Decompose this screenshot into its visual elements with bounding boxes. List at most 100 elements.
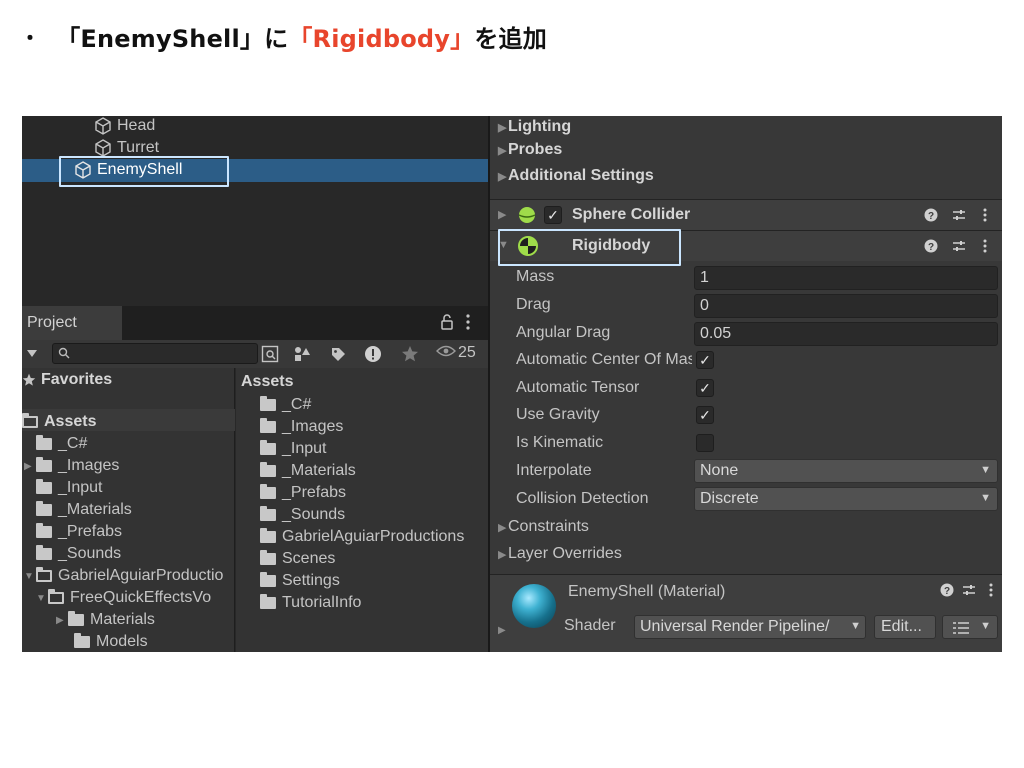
asset-folder[interactable]: _Prefabs	[260, 482, 346, 504]
asset-label: _Sounds	[282, 506, 346, 523]
tree-item[interactable]: Models	[74, 631, 148, 652]
asset-label: _C#	[282, 396, 312, 413]
folder-icon	[260, 418, 276, 433]
material-title: EnemyShell (Material)	[568, 583, 726, 600]
tree-item[interactable]: ▼ FreeQuickEffectsVo	[36, 587, 211, 609]
tree-item[interactable]: _Prefabs	[36, 521, 122, 543]
expand-arrow-icon[interactable]: ▶	[24, 461, 36, 472]
tree-item[interactable]: _C#	[36, 433, 87, 455]
tree-label: Favorites	[41, 371, 113, 388]
collision-detection-dropdown[interactable]: Discrete ▼	[694, 487, 998, 511]
list-icon	[953, 621, 969, 639]
section-label: Additional Settings	[508, 167, 654, 184]
interpolate-dropdown[interactable]: None ▼	[694, 459, 998, 483]
expand-arrow-icon[interactable]: ▶	[56, 615, 68, 626]
svg-text:?: ?	[928, 211, 934, 222]
asset-folder[interactable]: TutorialInfo	[260, 592, 361, 614]
tree-label: Assets	[44, 413, 97, 430]
hierarchy-item-head[interactable]: Head	[94, 116, 155, 137]
tree-label: FreeQuickEffectsVo	[70, 589, 212, 606]
folder-icon	[68, 611, 84, 626]
tree-item[interactable]: _Input	[36, 477, 102, 499]
tree-label: _Images	[58, 457, 120, 474]
chevron-down-icon: ▼	[980, 492, 991, 504]
star-favorite-icon[interactable]	[400, 344, 420, 364]
tree-assets[interactable]: Assets	[22, 411, 96, 433]
section-additional-settings[interactable]: ▶ Additional Settings	[490, 165, 1002, 187]
list-options-button[interactable]: ▼	[942, 615, 998, 639]
prop-label-auto-center: Automatic Center Of Mass	[516, 351, 692, 368]
foldout-label: Constraints	[508, 518, 589, 535]
tab-project[interactable]: Project	[22, 306, 122, 340]
prop-label-is-kinematic: Is Kinematic	[516, 434, 604, 451]
tree-label: _Sounds	[58, 545, 122, 562]
tree-item[interactable]: ▶ Materials	[56, 609, 155, 631]
section-lighting[interactable]: ▶ Lighting	[490, 116, 1002, 138]
asset-folder[interactable]: Settings	[260, 570, 340, 592]
expand-arrow-icon: ▶	[498, 209, 507, 221]
hidden-count-label: 25	[458, 344, 476, 361]
sphere-collider-enabled-checkbox[interactable]: ✓	[544, 206, 562, 224]
auto-center-checkbox[interactable]: ✓	[696, 351, 714, 369]
presets-icon[interactable]	[950, 200, 968, 230]
presets-icon[interactable]	[960, 579, 978, 601]
edit-shader-button[interactable]: Edit...	[874, 615, 936, 639]
help-icon[interactable]: ?	[938, 579, 956, 601]
tree-item[interactable]: _Materials	[36, 499, 132, 521]
warning-filter-icon[interactable]	[363, 344, 383, 364]
kebab-menu-icon[interactable]	[982, 579, 1000, 601]
asset-label: Settings	[282, 572, 340, 589]
folder-icon	[36, 501, 52, 516]
kebab-menu-icon[interactable]	[976, 200, 994, 230]
lock-icon[interactable]	[440, 314, 454, 335]
folder-icon	[36, 545, 52, 560]
filter-by-label-icon[interactable]	[328, 344, 348, 364]
svg-text:?: ?	[944, 586, 950, 597]
asset-folder[interactable]: _Images	[260, 416, 343, 438]
tree-item[interactable]: _Sounds	[36, 543, 121, 565]
asset-folder[interactable]: Scenes	[260, 548, 335, 570]
is-kinematic-checkbox[interactable]	[696, 434, 714, 452]
auto-tensor-checkbox[interactable]: ✓	[696, 379, 714, 397]
search-by-window-icon[interactable]	[260, 344, 280, 364]
presets-icon[interactable]	[950, 231, 968, 261]
tree-item[interactable]: ▶ _Images	[24, 455, 119, 477]
shader-dropdown[interactable]: Universal Render Pipeline/ ▼	[634, 615, 866, 639]
tree-favorites[interactable]: Favorites	[22, 369, 112, 391]
dropdown-value: Discrete	[700, 490, 759, 507]
use-gravity-checkbox[interactable]: ✓	[696, 406, 714, 424]
asset-folder[interactable]: GabrielAguiarProductions	[260, 526, 464, 548]
component-title: Sphere Collider	[572, 206, 691, 223]
search-input[interactable]	[52, 343, 258, 364]
asset-folder[interactable]: _Materials	[260, 460, 356, 482]
collapse-arrow-icon[interactable]: ▼	[24, 571, 36, 582]
hidden-packages-count[interactable]: 25	[436, 344, 476, 362]
prop-label-angular-drag: Angular Drag	[516, 324, 611, 341]
sphere-collider-header[interactable]: ▶ ✓ Sphere Collider ?	[490, 200, 1002, 230]
constraints-foldout[interactable]: ▶ Constraints	[490, 516, 1002, 538]
help-icon[interactable]: ?	[922, 200, 940, 230]
help-icon[interactable]: ?	[922, 231, 940, 261]
folder-icon	[260, 462, 276, 477]
mass-field[interactable]: 1	[694, 266, 998, 290]
folder-icon	[36, 523, 52, 538]
collapse-arrow-icon[interactable]: ▼	[36, 593, 48, 604]
create-dropdown-icon[interactable]	[22, 344, 42, 364]
filter-by-type-icon[interactable]	[292, 344, 312, 364]
asset-folder[interactable]: _Sounds	[260, 504, 345, 526]
kebab-menu-icon[interactable]	[976, 231, 994, 261]
asset-label: GabrielAguiarProductions	[282, 528, 465, 545]
tree-item[interactable]: ▼ GabrielAguiarProductio	[24, 565, 223, 587]
section-probes[interactable]: ▶ Probes	[490, 139, 1002, 161]
unity-editor-screenshot: Head Turret EnemyShell Project 25 Favori…	[22, 116, 1002, 652]
dropdown-value: Universal Render Pipeline/	[640, 618, 830, 635]
kebab-menu-icon[interactable]	[465, 313, 471, 336]
drag-field[interactable]: 0	[694, 294, 998, 318]
prop-label-use-gravity: Use Gravity	[516, 406, 600, 423]
material-section: ▶ EnemyShell (Material) Shader Universal…	[490, 574, 1002, 652]
asset-folder[interactable]: _C#	[260, 394, 311, 416]
layer-overrides-foldout[interactable]: ▶ Layer Overrides	[490, 543, 1002, 565]
asset-folder[interactable]: _Input	[260, 438, 326, 460]
expand-arrow-icon[interactable]: ▶	[498, 625, 506, 636]
angular-drag-field[interactable]: 0.05	[694, 322, 998, 346]
